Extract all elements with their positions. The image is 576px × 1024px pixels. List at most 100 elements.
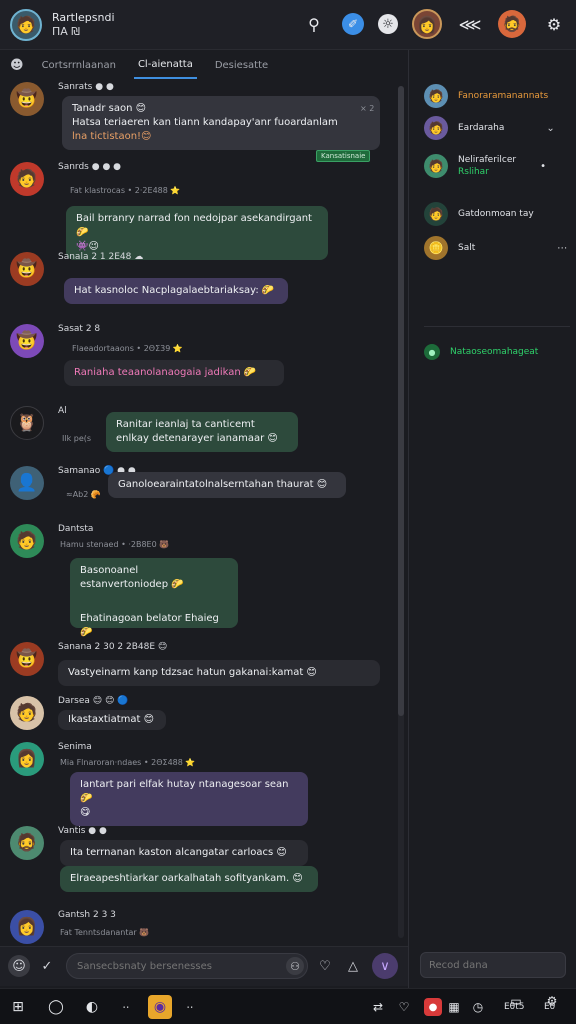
- avatar[interactable]: 🤠: [10, 252, 44, 286]
- sidebar-item-label: Fanoraramanannats: [458, 91, 549, 101]
- message-item[interactable]: 🧑 Sanrds ● ● ● Fat klastrocas • 2·2E488 …: [10, 162, 395, 260]
- tab-conversations[interactable]: Cortsrrnlaanan: [38, 51, 120, 79]
- record-icon[interactable]: ●: [424, 998, 442, 1016]
- gif-icon[interactable]: ⚇: [286, 957, 304, 975]
- avatar[interactable]: 🦉: [10, 406, 44, 440]
- sidebar-search-input[interactable]: [420, 952, 566, 978]
- divider: [424, 326, 570, 327]
- send-button[interactable]: ∨: [372, 953, 398, 979]
- chat-icon[interactable]: ◐: [80, 995, 104, 1019]
- message-meta: Fat klastrocas • 2·2E488 ⭐: [70, 186, 181, 195]
- message-item[interactable]: 👩 Gantsh 2 3 3 Fat Tenntsdanantar 🐻: [10, 910, 395, 945]
- taskbar-label: Eθt5: [504, 1002, 525, 1012]
- message-text: Bail brranry narrad fon nedojpar asekand…: [76, 213, 312, 238]
- sender-name: Sasat 2 8: [58, 324, 101, 334]
- message-item[interactable]: 🤠 Sanala 2 1 2E48 ☁ Hat kasnoloc Nacplag…: [10, 252, 395, 318]
- sidebar-item-title: Neliraferilcer: [458, 155, 517, 165]
- tab-channels[interactable]: Cl-aienatta: [133, 51, 197, 79]
- message-item[interactable]: 🧑 Dantsta Hamu stenaed • ·2B8Ε0 🐻 Basono…: [10, 524, 395, 638]
- sidebar-item-5[interactable]: 🪙 Salt ⋯: [424, 236, 567, 260]
- message-item[interactable]: 🤠 Sasat 2 8 Flaeadortaaons • 2ΘΣ39 ⭐ Ran…: [10, 324, 395, 394]
- calendar-icon[interactable]: ▦: [442, 995, 466, 1019]
- dots-icon[interactable]: ⋅⋅: [114, 995, 138, 1019]
- avatar[interactable]: 🧑: [10, 162, 44, 196]
- message-bubble: Ita terrnanan kaston alcangatar carloacs…: [60, 840, 308, 866]
- avatar[interactable]: 🧑: [10, 696, 44, 730]
- gear-icon[interactable]: ⚙: [540, 10, 568, 38]
- sidebar-item-4[interactable]: 🧑 Gatdonmoan tay: [424, 202, 534, 226]
- taskbar: ⊞ ◯ ◐ ⋅⋅ ◉ ⋅⋅ ⇄ ♡ ● ▦ ◷ ▭ ⚙: [0, 988, 576, 1024]
- attach-icon[interactable]: ✓: [36, 955, 58, 977]
- heart-icon[interactable]: ♡: [314, 955, 336, 977]
- avatar[interactable]: 🤠: [10, 82, 44, 116]
- message-text: Ita terrnanan kaston alcangatar carloacs…: [70, 847, 287, 858]
- avatar[interactable]: 🧔: [10, 826, 44, 860]
- panel-divider: [408, 50, 409, 990]
- triangle-icon[interactable]: △: [342, 955, 364, 977]
- avatar[interactable]: 👩: [10, 742, 44, 776]
- message-item[interactable]: 🧑 Darsea 😊 😊 🔵 Ikastaxtiatmat 😊: [10, 696, 395, 740]
- avatar[interactable]: 🧑: [10, 524, 44, 558]
- message-item[interactable]: 👤 Samanao 🔵 ● ● ≈Ab2 🥐 Ganoloearaintatol…: [10, 466, 395, 526]
- message-bubble: Tanadr saon 😊 Hatsa teriaeren kan tiann …: [62, 96, 380, 150]
- message-meta: ≈Ab2 🥐: [66, 490, 101, 499]
- message-list: 🤠 Sanrats ● ● Tanadr saon 😊 Hatsa teriae…: [0, 80, 408, 945]
- globe-icon[interactable]: ☼: [378, 14, 398, 34]
- app-icon[interactable]: ◉: [148, 995, 172, 1019]
- avatar[interactable]: 👩: [10, 910, 44, 944]
- chevron-down-icon[interactable]: ⌄: [546, 123, 554, 134]
- header-actions: ⚲ ✐ ☼ 👩 ⋘ 🧔 ⚙: [300, 9, 568, 39]
- avatar[interactable]: 🤠: [10, 324, 44, 358]
- message-item[interactable]: 🤠 Sanrats ● ● Tanadr saon 😊 Hatsa teriae…: [10, 82, 395, 162]
- clock-icon[interactable]: ◷: [466, 995, 490, 1019]
- sidebar-item-1[interactable]: 🧑 Fanoraramanannats: [424, 84, 548, 108]
- sender-name: Sanrds ● ● ●: [58, 162, 122, 172]
- share-icon[interactable]: ⋘: [456, 10, 484, 38]
- profile-avatar-icon[interactable]: 🧔: [498, 10, 526, 38]
- dots-icon[interactable]: ⋅⋅: [178, 995, 202, 1019]
- message-bubble: Hat kasnoloc Nacplagalaebtariaksay: 🌮: [64, 278, 288, 304]
- search-icon[interactable]: ⚲: [300, 10, 328, 38]
- message-item[interactable]: 🦉 Al Ilk pe(s Ranitar ieanlaj ta cantice…: [10, 406, 395, 462]
- composer-bar: ☺ ✓ ⚇ ♡ △ ∨: [0, 946, 408, 986]
- contact-avatar-icon[interactable]: 👩: [412, 9, 442, 39]
- sidebar-item-label: Nataoseomahageat: [450, 347, 539, 357]
- message-bubble: Iantart pari elfak hutay ntanagesoar sea…: [70, 772, 308, 826]
- message-item[interactable]: 🧔 Vantis ● ● Ita terrnanan kaston alcang…: [10, 826, 395, 910]
- emoji-icon[interactable]: ☺: [8, 955, 30, 977]
- message-bubble: Vastyeinarm kanp tdzsac hatun gakanai:ka…: [58, 660, 380, 686]
- tab-discover[interactable]: Desiesatte: [211, 51, 272, 79]
- sidebar-item-3[interactable]: 🧑 Neliraferilcer Rslihar •: [424, 154, 546, 178]
- sender-name: Gantsh 2 3 3: [58, 910, 116, 920]
- message-text: lna tictistaon!😊: [72, 131, 152, 142]
- message-text: Hat kasnoloc Nacplagalaebtariaksay: 🌮: [74, 285, 275, 296]
- user-avatar[interactable]: 🧑: [10, 8, 42, 41]
- sidebar-item-6[interactable]: ● Nataoseomahageat: [424, 344, 538, 360]
- message-meta: Ilk pe(s: [62, 434, 92, 443]
- sender-name: Sanrats ● ●: [58, 82, 114, 92]
- message-text: Basonoanel estanvertoniodep 🌮: [80, 565, 184, 590]
- message-item[interactable]: 👩 Senima Mia Flnaroran·ndaes • 2ΘΣ488 ⭐ …: [10, 742, 395, 828]
- message-text: Raniaha teaanolanaogaia jadikan 🌮: [74, 367, 257, 378]
- avatar[interactable]: 🤠: [10, 642, 44, 676]
- message-bubble: Raniaha teaanolanaogaia jadikan 🌮: [64, 360, 284, 386]
- search-icon[interactable]: ◯: [44, 995, 68, 1019]
- start-icon[interactable]: ⊞: [6, 995, 30, 1019]
- sidebar-item-2[interactable]: 🧑 Eardaraha ⌄: [424, 116, 555, 140]
- compose-icon[interactable]: ✐: [342, 13, 364, 35]
- heart-icon[interactable]: ♡: [392, 995, 416, 1019]
- top-header: 🧑 Rartlepsndi ПА ₪ ⚲ ✐ ☼ 👩 ⋘ 🧔 ⚙: [0, 0, 576, 50]
- more-icon[interactable]: •: [540, 161, 546, 172]
- message-text: Vastyeinarm kanp tdzsac hatun gakanai:ka…: [68, 667, 317, 678]
- message-text: Ranitar ieanlaj ta canticemt: [116, 419, 255, 430]
- message-text: Ehatinagoan belator Ehaieg 🌮: [80, 613, 219, 638]
- sender-name: Al: [58, 406, 67, 416]
- sidebar-item-label: Gatdonmoan tay: [458, 209, 534, 219]
- message-bubble: Elraeapeshtiarkar oarkalhatah sofityanka…: [60, 866, 318, 892]
- message-item[interactable]: 🤠 Sanana 2 30 2 2B48E 😊 Vastyeinarm kanp…: [10, 642, 395, 694]
- message-bubble: Ranitar ieanlaj ta canticemt enlkay dete…: [106, 412, 298, 452]
- message-input[interactable]: [66, 953, 308, 979]
- more-icon[interactable]: ⋯: [557, 243, 567, 254]
- network-icon[interactable]: ⇄: [366, 995, 390, 1019]
- avatar[interactable]: 👤: [10, 466, 44, 500]
